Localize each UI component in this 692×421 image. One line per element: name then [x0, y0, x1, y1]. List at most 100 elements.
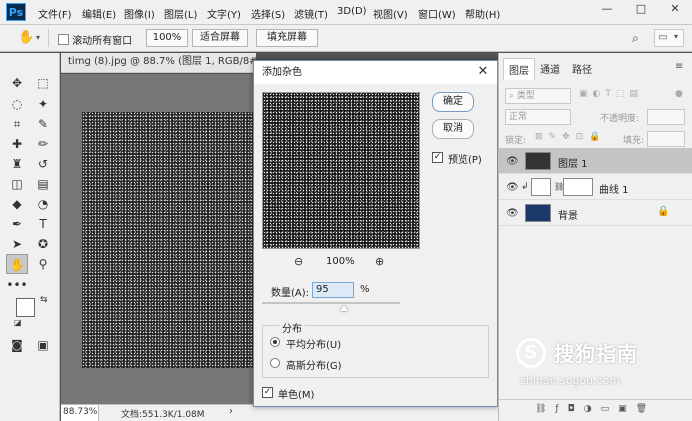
uniform-radio[interactable] [270, 337, 280, 347]
default-colors-icon[interactable]: ◪ [14, 318, 22, 327]
gaussian-label: 高斯分布(G) [286, 361, 342, 372]
curves-adjustment-icon [531, 178, 551, 196]
filter-toggle-icon[interactable]: ● [675, 89, 683, 99]
layers-panel-footer: ⛓ƒ◘◑▭▣🗑 [499, 399, 692, 421]
minimize-button[interactable]: — [590, 0, 624, 20]
dialog-title: 添加杂色 [262, 67, 302, 78]
dialog-title-bar: 添加杂色 ✕ [254, 61, 497, 84]
pen-tool-icon[interactable]: ✒ [6, 214, 28, 234]
lock-icon: 🔒 [657, 206, 670, 217]
visibility-eye-icon[interactable]: 👁 [506, 208, 519, 219]
blend-mode-value: 正常 [509, 112, 528, 122]
noise-preview[interactable] [262, 92, 420, 249]
layer-name[interactable]: 曲线 1 [599, 181, 629, 196]
healing-brush-tool-icon[interactable]: ✚ [6, 134, 28, 154]
menu-image[interactable]: 图像(I) [124, 6, 155, 21]
lock-icons[interactable]: ⊠✎✥⊡🔒 [535, 132, 606, 142]
close-window-button[interactable]: ✕ [658, 0, 692, 20]
zoom-level[interactable]: 88.73% [61, 405, 99, 421]
brush-tool-icon[interactable]: ✏ [32, 134, 54, 154]
fit-screen-button[interactable]: 适合屏幕 [192, 29, 248, 47]
monochromatic-checkbox[interactable]: ✓ [262, 387, 273, 398]
amount-slider-thumb[interactable] [340, 305, 348, 311]
tool-preset-chevron-icon[interactable]: ▾ [36, 33, 40, 42]
zoom-100-button[interactable]: 100% [146, 29, 188, 47]
menu-layer[interactable]: 图层(L) [164, 6, 197, 21]
foreground-color-swatch[interactable] [16, 298, 35, 317]
amount-slider-track[interactable] [262, 302, 400, 304]
marquee-tool-icon[interactable]: ⬚ [32, 73, 54, 93]
filter-kind-select[interactable]: ⌕ 类型 [505, 88, 571, 104]
screen-mode-icon[interactable]: ▣ [32, 335, 54, 355]
gradient-tool-icon[interactable]: ▤ [32, 174, 54, 194]
tab-layers[interactable]: 图层 [503, 58, 535, 80]
status-menu-arrow-icon[interactable]: › [229, 406, 233, 417]
quick-mask-icon[interactable]: ◙ [6, 335, 28, 355]
blend-mode-select[interactable]: 正常 [505, 109, 571, 125]
visibility-eye-icon[interactable]: 👁 [506, 156, 519, 167]
menu-edit[interactable]: 编辑(E) [82, 6, 116, 21]
magic-wand-tool-icon[interactable]: ✦ [32, 94, 54, 114]
history-brush-tool-icon[interactable]: ↺ [32, 154, 54, 174]
menu-select[interactable]: 选择(S) [251, 6, 285, 21]
add-noise-dialog: 添加杂色 ✕ 确定 取消 ✓ 预览(P) ⊖ 100% ⊕ 数量(A): 95 … [253, 60, 498, 407]
menu-filter[interactable]: 滤镜(T) [294, 6, 328, 21]
layer-row[interactable]: 👁 背景 🔒 [499, 200, 692, 226]
custom-shape-tool-icon[interactable]: ✪ [32, 234, 54, 254]
panel-menu-icon[interactable]: ≡ [675, 61, 683, 72]
layer-name[interactable]: 背景 [558, 207, 578, 222]
tab-paths[interactable]: 路径 [567, 58, 597, 79]
search-icon[interactable]: ⌕ [632, 31, 639, 46]
ok-button[interactable]: 确定 [432, 92, 474, 112]
hand-tool-icon[interactable]: ✋ [18, 30, 34, 45]
opacity-field[interactable] [647, 109, 685, 125]
layer-row[interactable]: 👁 ↲ ⛓ 曲线 1 [499, 174, 692, 200]
preview-checkbox[interactable]: ✓ [432, 152, 443, 163]
fill-label: 填充: [623, 136, 645, 146]
blur-tool-icon[interactable]: ◆ [6, 194, 28, 214]
layer-thumbnail [525, 152, 551, 170]
eraser-tool-icon[interactable]: ◫ [6, 174, 28, 194]
options-divider [48, 29, 49, 47]
restore-button[interactable]: □ [624, 0, 658, 20]
tab-channels[interactable]: 通道 [535, 58, 565, 79]
menu-view[interactable]: 视图(V) [373, 6, 408, 21]
document-tab[interactable]: timg (8).jpg @ 88.7% (图层 1, RGB/8#) * ✕ [61, 53, 256, 73]
menu-window[interactable]: 窗口(W) [418, 6, 456, 21]
zoom-in-icon[interactable]: ⊕ [375, 255, 384, 268]
dodge-tool-icon[interactable]: ◔ [32, 194, 54, 214]
filter-icons[interactable]: ▣◐T⬚▤ [579, 89, 643, 99]
workspace-switcher[interactable]: ▭ ▾ [654, 29, 684, 47]
scroll-all-checkbox[interactable] [58, 34, 69, 45]
amount-input[interactable]: 95 [312, 282, 354, 298]
visibility-eye-icon[interactable]: 👁 [506, 182, 519, 193]
layer-mask-thumbnail[interactable] [563, 178, 593, 196]
swap-colors-icon[interactable]: ⇆ [40, 295, 48, 305]
zoom-tool-icon[interactable]: ⚲ [32, 254, 54, 274]
fill-field[interactable] [647, 131, 685, 147]
zoom-out-icon[interactable]: ⊖ [294, 255, 303, 268]
chevron-down-icon: ▾ [674, 32, 679, 41]
menu-file[interactable]: 文件(F) [38, 6, 72, 21]
clone-stamp-tool-icon[interactable]: ♜ [6, 154, 28, 174]
move-tool-icon[interactable]: ✥ [6, 73, 28, 93]
path-selection-tool-icon[interactable]: ➤ [6, 234, 28, 254]
layer-row[interactable]: 👁 图层 1 [499, 148, 692, 174]
hand-tool-active-icon[interactable]: ✋ [6, 254, 28, 274]
type-tool-icon[interactable]: T [32, 214, 54, 234]
lasso-tool-icon[interactable]: ◌ [6, 94, 28, 114]
dialog-close-button[interactable]: ✕ [475, 63, 491, 81]
layer-name[interactable]: 图层 1 [558, 155, 588, 170]
photoshop-logo: Ps [6, 3, 26, 21]
fill-screen-button[interactable]: 填充屏幕 [256, 29, 318, 47]
more-tools-icon[interactable]: ••• [6, 275, 28, 295]
menu-3d[interactable]: 3D(D) [337, 6, 367, 17]
eyedropper-tool-icon[interactable]: ✎ [32, 114, 54, 134]
cancel-button[interactable]: 取消 [432, 119, 474, 139]
menu-help[interactable]: 帮助(H) [465, 6, 500, 21]
layer-action-icons[interactable]: ⛓ƒ◘◑▭▣🗑 [535, 404, 656, 414]
scroll-all-windows[interactable]: 滚动所有窗口 [58, 32, 132, 47]
menu-type[interactable]: 文字(Y) [207, 6, 241, 21]
crop-tool-icon[interactable]: ⌗ [6, 114, 28, 134]
gaussian-radio[interactable] [270, 358, 280, 368]
